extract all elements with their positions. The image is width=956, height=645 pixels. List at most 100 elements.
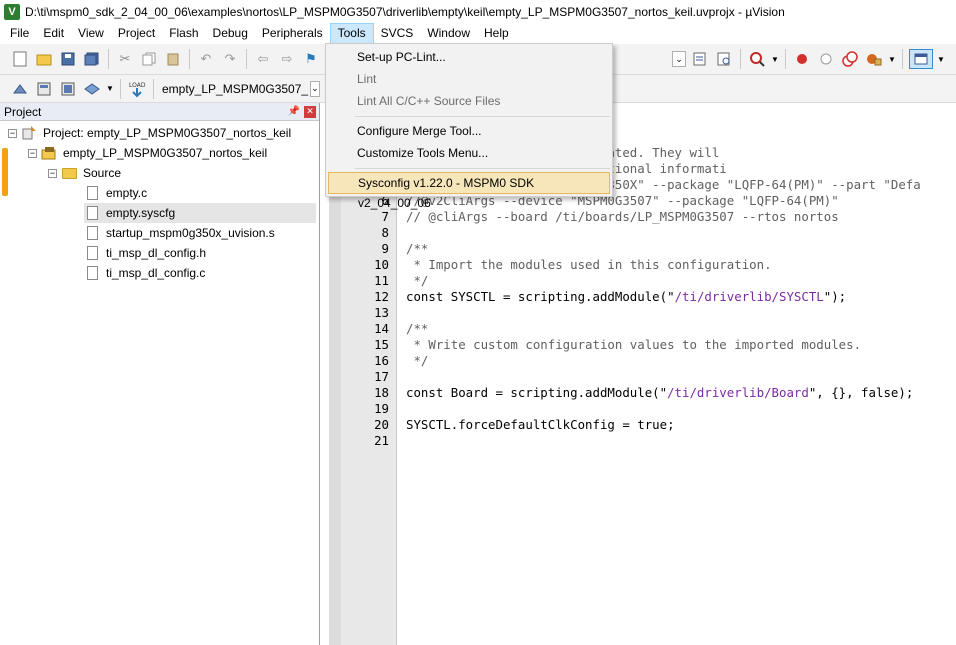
translate-icon[interactable] bbox=[10, 79, 30, 99]
line-number: 19 bbox=[374, 401, 389, 416]
tree-item-label: empty_LP_MSPM0G3507_nortos_keil bbox=[63, 146, 268, 160]
chevron-down-icon[interactable]: ⌄ bbox=[310, 80, 320, 97]
toolbar-separator bbox=[902, 49, 903, 69]
code-text: /** bbox=[406, 241, 429, 256]
toolbar-separator bbox=[189, 49, 190, 69]
line-number: 12 bbox=[374, 289, 389, 304]
code-text: * Import the modules used in this config… bbox=[406, 257, 772, 272]
tree-item-file-selected[interactable]: empty.syscfg bbox=[84, 203, 316, 223]
code-text: * Write custom configuration values to t… bbox=[406, 337, 862, 352]
save-icon[interactable] bbox=[58, 49, 78, 69]
breakpoint-insert-icon[interactable] bbox=[792, 49, 812, 69]
tree-item-target[interactable]: − empty_LP_MSPM0G3507_nortos_keil bbox=[28, 143, 269, 163]
title-bar: V D:\ti\mspm0_sdk_2_04_00_06\examples\no… bbox=[0, 0, 956, 23]
tree-item-file[interactable]: ti_msp_dl_config.h bbox=[84, 243, 208, 263]
toolbar-separator bbox=[740, 49, 741, 69]
open-folder-icon[interactable] bbox=[34, 49, 54, 69]
line-number: 13 bbox=[374, 305, 389, 320]
menu-help[interactable]: Help bbox=[477, 23, 516, 44]
menu-file[interactable]: File bbox=[3, 23, 36, 44]
collapse-icon[interactable]: − bbox=[48, 168, 57, 178]
menu-flash[interactable]: Flash bbox=[162, 23, 205, 44]
project-panel-header: Project 📌 ✕ bbox=[0, 103, 319, 121]
code-text: const Board = scripting.addModule("/ti/d… bbox=[406, 385, 914, 400]
incremental-find-icon[interactable] bbox=[714, 49, 734, 69]
menu-item-lint[interactable]: Lint bbox=[328, 68, 610, 90]
find-in-files-icon[interactable] bbox=[690, 49, 710, 69]
file-icon bbox=[84, 205, 100, 221]
menu-window[interactable]: Window bbox=[420, 23, 477, 44]
file-icon bbox=[84, 245, 100, 261]
menu-item-configure-merge-tool[interactable]: Configure Merge Tool... bbox=[328, 120, 610, 142]
uvision-app-icon: V bbox=[4, 3, 20, 20]
menu-debug[interactable]: Debug bbox=[206, 23, 255, 44]
toolbar-separator bbox=[153, 78, 154, 99]
toolbar-separator bbox=[108, 49, 109, 69]
collapse-icon[interactable]: − bbox=[28, 148, 37, 158]
code-text: SYSCTL.forceDefaultClkConfig = true; bbox=[406, 417, 675, 432]
project-panel: Project 📌 ✕ − Project: empty_LP_MSPM0G35… bbox=[0, 103, 320, 645]
batch-build-icon[interactable] bbox=[82, 79, 102, 99]
target-select[interactable]: empty_LP_MSPM0G3507_ ⌄ bbox=[162, 78, 320, 99]
code-text: /** bbox=[406, 321, 429, 336]
save-all-icon[interactable] bbox=[82, 49, 102, 69]
menu-peripherals[interactable]: Peripherals bbox=[255, 23, 330, 44]
configure-tools-icon[interactable] bbox=[864, 49, 884, 69]
menu-item-setup-pc-lint[interactable]: Set-up PC-Lint... bbox=[328, 46, 610, 68]
pin-icon[interactable]: 📌 bbox=[288, 106, 300, 117]
new-file-icon[interactable] bbox=[10, 49, 30, 69]
copy-icon[interactable] bbox=[139, 49, 159, 69]
menu-project[interactable]: Project bbox=[111, 23, 162, 44]
collapse-icon[interactable]: − bbox=[8, 128, 17, 138]
line-number: 17 bbox=[374, 369, 389, 384]
menu-item-sysconfig[interactable]: Sysconfig v1.22.0 - MSPM0 SDK v2_04_00_0… bbox=[328, 172, 610, 210]
redo-icon[interactable]: ↷ bbox=[220, 49, 240, 69]
bookmark-flag-icon[interactable]: ⚑ bbox=[301, 49, 321, 69]
window-layout-icon[interactable] bbox=[909, 49, 933, 69]
target-select-value: empty_LP_MSPM0G3507_ bbox=[162, 81, 309, 96]
breakpoint-kill-all-icon[interactable] bbox=[840, 49, 860, 69]
tree-item-file[interactable]: empty.c bbox=[84, 183, 149, 203]
code-text: */ bbox=[406, 353, 429, 368]
dropdown-arrow-icon[interactable]: ▼ bbox=[106, 79, 114, 99]
target-icon bbox=[41, 145, 57, 161]
breakpoint-disable-icon[interactable] bbox=[816, 49, 836, 69]
cut-icon[interactable]: ✂ bbox=[115, 49, 135, 69]
code-text: const SYSCTL = scripting.addModule("/ti/… bbox=[406, 289, 847, 304]
rebuild-icon[interactable] bbox=[58, 79, 78, 99]
line-number: 9 bbox=[381, 241, 389, 256]
download-load-icon[interactable]: LOAD bbox=[127, 79, 147, 99]
dropdown-arrow-icon[interactable]: ▼ bbox=[937, 49, 945, 69]
build-icon[interactable] bbox=[34, 79, 54, 99]
file-icon bbox=[84, 185, 100, 201]
tree-item-label: ti_msp_dl_config.h bbox=[106, 246, 207, 260]
tree-item-label: Source bbox=[83, 166, 122, 180]
menu-item-customize-tools-menu[interactable]: Customize Tools Menu... bbox=[328, 142, 610, 164]
menu-bar: File Edit View Project Flash Debug Perip… bbox=[0, 23, 956, 44]
tree-item-label: ti_msp_dl_config.c bbox=[106, 266, 206, 280]
menu-tools[interactable]: Tools bbox=[329, 23, 374, 44]
undo-icon[interactable]: ↶ bbox=[196, 49, 216, 69]
menu-item-lint-all[interactable]: Lint All C/C++ Source Files bbox=[328, 90, 610, 112]
tree-item-project-root[interactable]: − Project: empty_LP_MSPM0G3507_nortos_ke… bbox=[8, 123, 293, 143]
line-number: 21 bbox=[374, 433, 389, 448]
menu-view[interactable]: View bbox=[71, 23, 111, 44]
dropdown-arrow-icon[interactable]: ⌄ bbox=[672, 51, 686, 67]
close-icon[interactable]: ✕ bbox=[304, 105, 316, 118]
tree-item-label: empty.c bbox=[106, 186, 148, 200]
tree-item-file[interactable]: startup_mspm0g350x_uvision.s bbox=[84, 223, 277, 243]
nav-forward-icon[interactable]: ⇨ bbox=[277, 49, 297, 69]
nav-back-icon[interactable]: ⇦ bbox=[253, 49, 273, 69]
debug-session-icon[interactable] bbox=[747, 49, 767, 69]
menu-edit[interactable]: Edit bbox=[36, 23, 71, 44]
tree-item-label: startup_mspm0g350x_uvision.s bbox=[106, 226, 275, 240]
tree-item-source-group[interactable]: − Source bbox=[48, 163, 123, 183]
tree-item-file[interactable]: ti_msp_dl_config.c bbox=[84, 263, 207, 283]
paste-icon[interactable] bbox=[163, 49, 183, 69]
window-title: D:\ti\mspm0_sdk_2_04_00_06\examples\nort… bbox=[25, 4, 785, 19]
menu-separator bbox=[355, 168, 610, 169]
tools-dropdown-menu: Set-up PC-Lint... Lint Lint All C/C++ So… bbox=[325, 43, 613, 210]
menu-svcs[interactable]: SVCS bbox=[374, 23, 421, 44]
dropdown-arrow-icon[interactable]: ▼ bbox=[771, 49, 779, 69]
dropdown-arrow-icon[interactable]: ▼ bbox=[888, 49, 896, 69]
